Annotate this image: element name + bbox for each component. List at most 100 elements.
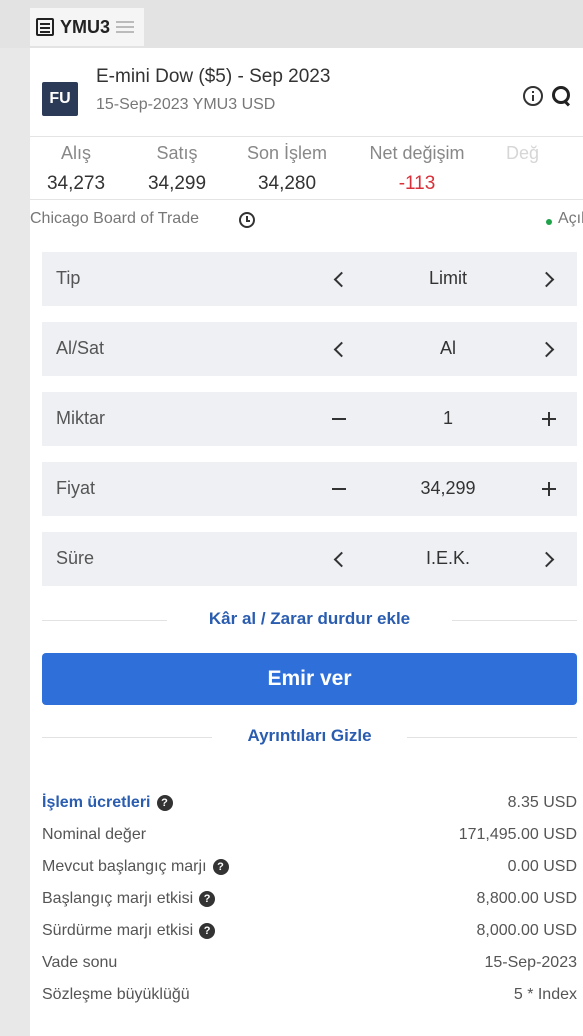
instrument-header: FU E-mini Dow ($5) - Sep 2023 15-Sep-202… [42, 66, 583, 126]
exchange-name: Chicago Board of Trade [30, 210, 199, 227]
next-button[interactable] [527, 322, 571, 376]
menu-icon[interactable] [116, 20, 135, 34]
increment-button[interactable] [527, 392, 571, 446]
market-status: Açık [558, 210, 583, 227]
tab-bar: YMU3 [0, 0, 583, 48]
detail-label: Mevcut başlangıç marjı [42, 858, 207, 875]
decrement-button[interactable] [317, 462, 361, 516]
divider [407, 737, 577, 738]
quote-label: Alış [60, 143, 91, 163]
increment-button[interactable] [527, 462, 571, 516]
detail-label: Başlangıç marjı etkisi [42, 890, 194, 907]
help-icon[interactable]: ? [156, 795, 173, 811]
tab-title: YMU3 [60, 16, 111, 37]
minus-icon [332, 418, 346, 420]
price-input[interactable]: 34,299 [382, 478, 514, 499]
previous-button[interactable] [317, 252, 361, 306]
field-label: Miktar [56, 408, 105, 428]
instrument-name: E-mini Dow ($5) - Sep 2023 [96, 66, 331, 87]
field-label: Al/Sat [56, 338, 105, 358]
chevron-left-icon [333, 341, 350, 357]
order-type-field: Tip Limit [42, 252, 577, 306]
quantity-field: Miktar 1 [42, 392, 577, 446]
divider [452, 620, 577, 621]
quote-net-change: Net değişim -113 [342, 137, 492, 199]
clock-icon[interactable] [239, 212, 255, 228]
quote-label: Net değişim [369, 143, 465, 163]
field-label: Fiyat [56, 478, 96, 498]
instrument-type-badge: FU [42, 82, 78, 116]
duration-field: Süre I.E.K. [42, 532, 577, 586]
detail-label: Nominal değer [42, 826, 147, 843]
hide-details-link[interactable]: Ayrıntıları Gizle [42, 726, 577, 746]
quote-bid: Alış 34,273 [30, 137, 122, 199]
help-icon[interactable]: ? [212, 859, 229, 875]
chevron-right-icon [538, 551, 555, 567]
detail-label: İşlem ücretleri [42, 794, 151, 811]
help-icon[interactable]: ? [199, 923, 216, 939]
chevron-right-icon [538, 341, 555, 357]
quote-truncated: Değ [506, 137, 583, 199]
next-button[interactable] [527, 252, 571, 306]
detail-value: 8,800.00 USD [476, 890, 577, 907]
tp-sl-section: Kâr al / Zarar durdur ekle [42, 605, 577, 635]
instrument-tab[interactable]: YMU3 [30, 8, 145, 46]
detail-row-maintenance-margin-impact: Sürdürme marjı etkisi? 8,000.00 USD [42, 916, 577, 948]
quote-label: Satış [156, 143, 198, 163]
field-label: Tip [56, 268, 81, 288]
detail-label: Sürdürme marjı etkisi [42, 922, 194, 939]
detail-row-contract-size: Sözleşme büyüklüğü 5 * Index [42, 980, 577, 1012]
info-icon[interactable] [523, 86, 543, 106]
detail-value: 171,495.00 USD [458, 826, 577, 843]
minus-icon [332, 488, 346, 490]
detail-row-initial-margin-impact: Başlangıç marjı etkisi? 8,800.00 USD [42, 884, 577, 916]
place-order-button[interactable]: Emir ver [42, 653, 577, 705]
help-icon[interactable]: ? [199, 891, 216, 907]
detail-row-current-initial-margin: Mevcut başlangıç marjı? 0.00 USD [42, 852, 577, 884]
chevron-left-icon [333, 551, 350, 567]
quote-value: 34,273 [46, 173, 106, 194]
market-status-dot [546, 219, 552, 225]
previous-button[interactable] [317, 532, 361, 586]
field-value[interactable]: I.E.K. [382, 548, 514, 569]
plus-icon [542, 482, 556, 496]
previous-button[interactable] [317, 322, 361, 376]
detail-value: 5 * Index [513, 986, 577, 1003]
order-ticket-panel: FU E-mini Dow ($5) - Sep 2023 15-Sep-202… [30, 48, 583, 1036]
detail-row-notional: Nominal değer 171,495.00 USD [42, 820, 577, 852]
side-field: Al/Sat Al [42, 322, 577, 376]
chevron-left-icon [333, 271, 350, 287]
quote-last: Son İşlem 34,280 [232, 137, 342, 199]
quote-ask: Satış 34,299 [122, 137, 232, 199]
detail-label-wrap: Sürdürme marjı etkisi? [42, 922, 216, 940]
next-button[interactable] [527, 532, 571, 586]
price-field: Fiyat 34,299 [42, 462, 577, 516]
instrument-subtitle: 15-Sep-2023 YMU3 USD [96, 96, 276, 113]
list-icon [36, 18, 54, 36]
decrement-button[interactable] [317, 392, 361, 446]
detail-value: 8.35 USD [507, 794, 577, 811]
quote-label: Değ [506, 143, 540, 163]
details-toggle-section: Ayrıntıları Gizle [42, 722, 577, 752]
detail-value: 0.00 USD [507, 858, 577, 875]
quote-strip: Alış 34,273 Satış 34,299 Son İşlem 34,28… [30, 136, 583, 200]
quote-value: -113 [398, 173, 436, 194]
chevron-right-icon [538, 271, 555, 287]
quote-label: Son İşlem [246, 143, 328, 163]
detail-value: 15-Sep-2023 [484, 954, 577, 971]
detail-label-wrap: Başlangıç marjı etkisi? [42, 890, 216, 908]
fees-link[interactable]: İşlem ücretleri? [42, 794, 173, 812]
detail-row-fees: İşlem ücretleri? 8.35 USD [42, 788, 577, 820]
search-icon[interactable] [551, 85, 571, 105]
plus-icon [542, 412, 556, 426]
quote-value: 34,299 [147, 173, 207, 194]
field-value[interactable]: Al [382, 338, 514, 359]
detail-value: 8,000.00 USD [476, 922, 577, 939]
quote-value: 34,280 [257, 173, 317, 194]
detail-label-wrap: Mevcut başlangıç marjı? [42, 858, 229, 876]
detail-label: Sözleşme büyüklüğü [42, 986, 190, 1003]
field-label: Süre [56, 548, 95, 568]
add-tp-sl-link[interactable]: Kâr al / Zarar durdur ekle [42, 609, 577, 629]
field-value[interactable]: Limit [382, 268, 514, 289]
quantity-input[interactable]: 1 [382, 408, 514, 429]
